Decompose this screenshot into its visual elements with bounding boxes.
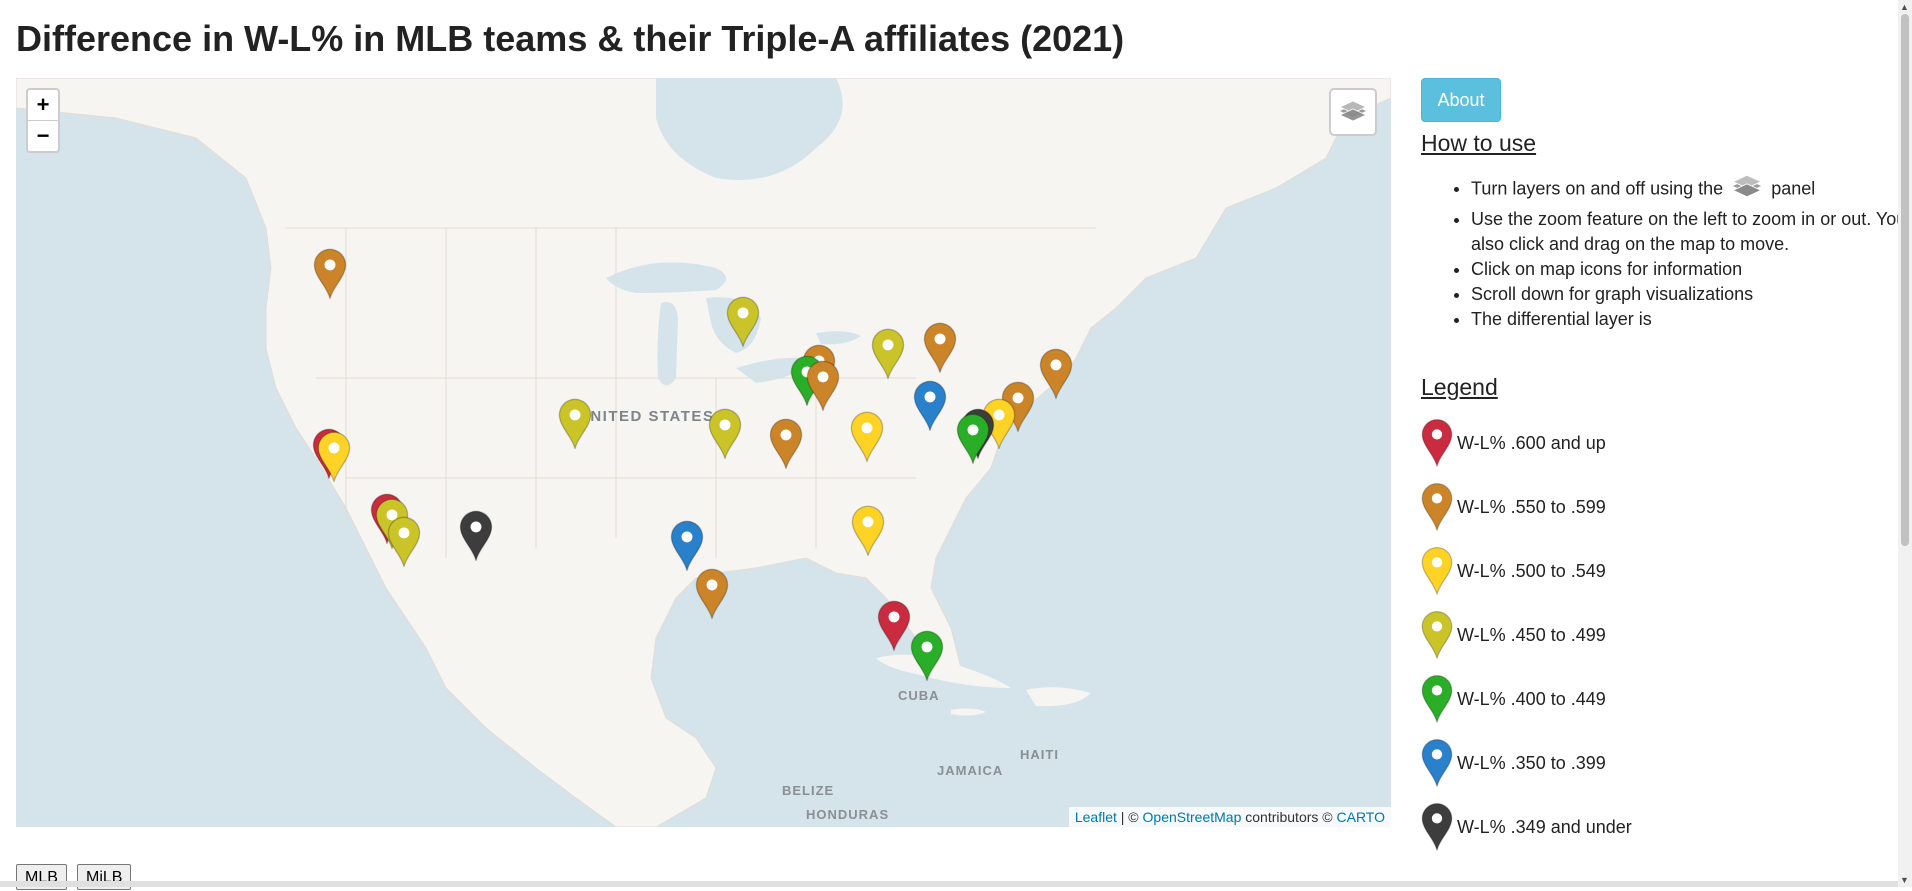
map[interactable]: UNITED STATES CUBA BELIZE HONDURAS JAMAI… [16, 78, 1391, 827]
map-marker[interactable] [708, 408, 742, 460]
map-marker[interactable] [769, 418, 803, 470]
map-marker[interactable] [851, 505, 885, 557]
hispaniola-island [1026, 687, 1091, 707]
legend-label: W-L% .550 to .599 [1457, 497, 1606, 517]
legend-label: W-L% .500 to .549 [1457, 561, 1606, 581]
label-united-states: UNITED STATES [578, 408, 715, 425]
label-honduras: HONDURAS [806, 807, 890, 822]
legend-label: W-L% .400 to .449 [1457, 689, 1606, 709]
zoom-in-button[interactable]: + [28, 90, 58, 121]
map-marker-icon [1421, 738, 1453, 793]
map-marker[interactable] [923, 322, 957, 374]
vertical-scrollbar[interactable]: ▲ ▼ [1898, 0, 1912, 887]
attribution-contributors: contributors © [1241, 809, 1337, 825]
map-marker[interactable] [558, 398, 592, 450]
map-marker-icon [1421, 610, 1453, 665]
howto-item-1-suffix: panel [1771, 178, 1816, 199]
map-marker[interactable] [726, 296, 760, 348]
list-item: The differential layer is [1471, 307, 1912, 332]
map-attribution: Leaflet | © OpenStreetMap contributors ©… [1068, 807, 1391, 827]
map-marker[interactable] [850, 411, 884, 463]
map-marker[interactable] [1039, 348, 1073, 400]
page-title: Difference in W-L% in MLB teams & their … [16, 18, 1125, 59]
attribution-separator: | © [1116, 809, 1143, 825]
legend-label: W-L% .349 and under [1457, 817, 1632, 837]
label-haiti: HAITI [1020, 747, 1059, 762]
legend-item: W-L% .349 and under [1421, 802, 1721, 858]
legend-item: W-L% .600 and up [1421, 418, 1721, 474]
scroll-down-icon[interactable]: ▼ [1900, 875, 1909, 885]
horizontal-scrollbar[interactable] [0, 881, 1898, 887]
map-marker-icon [1421, 418, 1453, 473]
legend-item: W-L% .350 to .399 [1421, 738, 1721, 794]
basemap [16, 78, 1391, 827]
list-item: Click on map icons for information [1471, 257, 1912, 282]
legend-item: W-L% .550 to .599 [1421, 482, 1721, 538]
howto-item-1-text: Turn layers on and off using the [1471, 178, 1724, 199]
map-marker[interactable] [913, 380, 947, 432]
zoom-control: + − [26, 88, 60, 153]
list-item: Use the zoom feature on the left to zoom… [1471, 207, 1912, 257]
label-jamaica: JAMAICA [937, 763, 1004, 778]
osm-link[interactable]: OpenStreetMap [1143, 809, 1242, 825]
map-marker-icon [1421, 482, 1453, 537]
layers-icon [1339, 100, 1367, 122]
leaflet-link[interactable]: Leaflet [1075, 809, 1117, 825]
layers-control-button[interactable] [1329, 88, 1377, 136]
legend-item: W-L% .450 to .499 [1421, 610, 1721, 666]
about-button[interactable]: About [1421, 78, 1501, 122]
map-marker[interactable] [877, 600, 911, 652]
map-marker[interactable] [910, 630, 944, 682]
label-belize: BELIZE [782, 783, 835, 798]
land-north-america [16, 78, 1391, 827]
legend-label: W-L% .600 and up [1457, 433, 1606, 453]
map-marker[interactable] [387, 516, 421, 568]
map-marker-icon [1421, 546, 1453, 601]
map-marker[interactable] [313, 248, 347, 300]
how-to-use-heading: How to use [1421, 130, 1537, 156]
carto-link[interactable]: CARTO [1337, 809, 1386, 825]
jamaica-island [951, 708, 986, 716]
legend-item: W-L% .500 to .549 [1421, 546, 1721, 602]
scrollbar-thumb[interactable] [1901, 14, 1909, 546]
layers-icon [1730, 172, 1764, 207]
map-marker-icon [1421, 802, 1453, 857]
legend-label: W-L% .350 to .399 [1457, 753, 1606, 773]
lake-michigan [657, 302, 678, 386]
legend-heading: Legend [1421, 374, 1498, 400]
map-marker[interactable] [806, 360, 840, 412]
legend-item: W-L% .400 to .449 [1421, 674, 1721, 730]
list-item: Scroll down for graph visualizations [1471, 282, 1912, 307]
map-marker[interactable] [871, 328, 905, 380]
zoom-out-button[interactable]: − [28, 121, 58, 151]
legend-label: W-L% .450 to .499 [1457, 625, 1606, 645]
label-cuba: CUBA [898, 688, 940, 703]
scroll-up-icon[interactable]: ▲ [1900, 2, 1909, 12]
map-marker-icon [1421, 674, 1453, 729]
map-marker[interactable] [459, 510, 493, 562]
how-to-use-list: Turn layers on and off using the panel U… [1421, 172, 1912, 332]
map-marker[interactable] [695, 568, 729, 620]
map-marker[interactable] [956, 413, 990, 465]
list-item: Turn layers on and off using the panel [1471, 172, 1912, 207]
map-marker[interactable] [317, 431, 351, 483]
map-marker[interactable] [670, 520, 704, 572]
